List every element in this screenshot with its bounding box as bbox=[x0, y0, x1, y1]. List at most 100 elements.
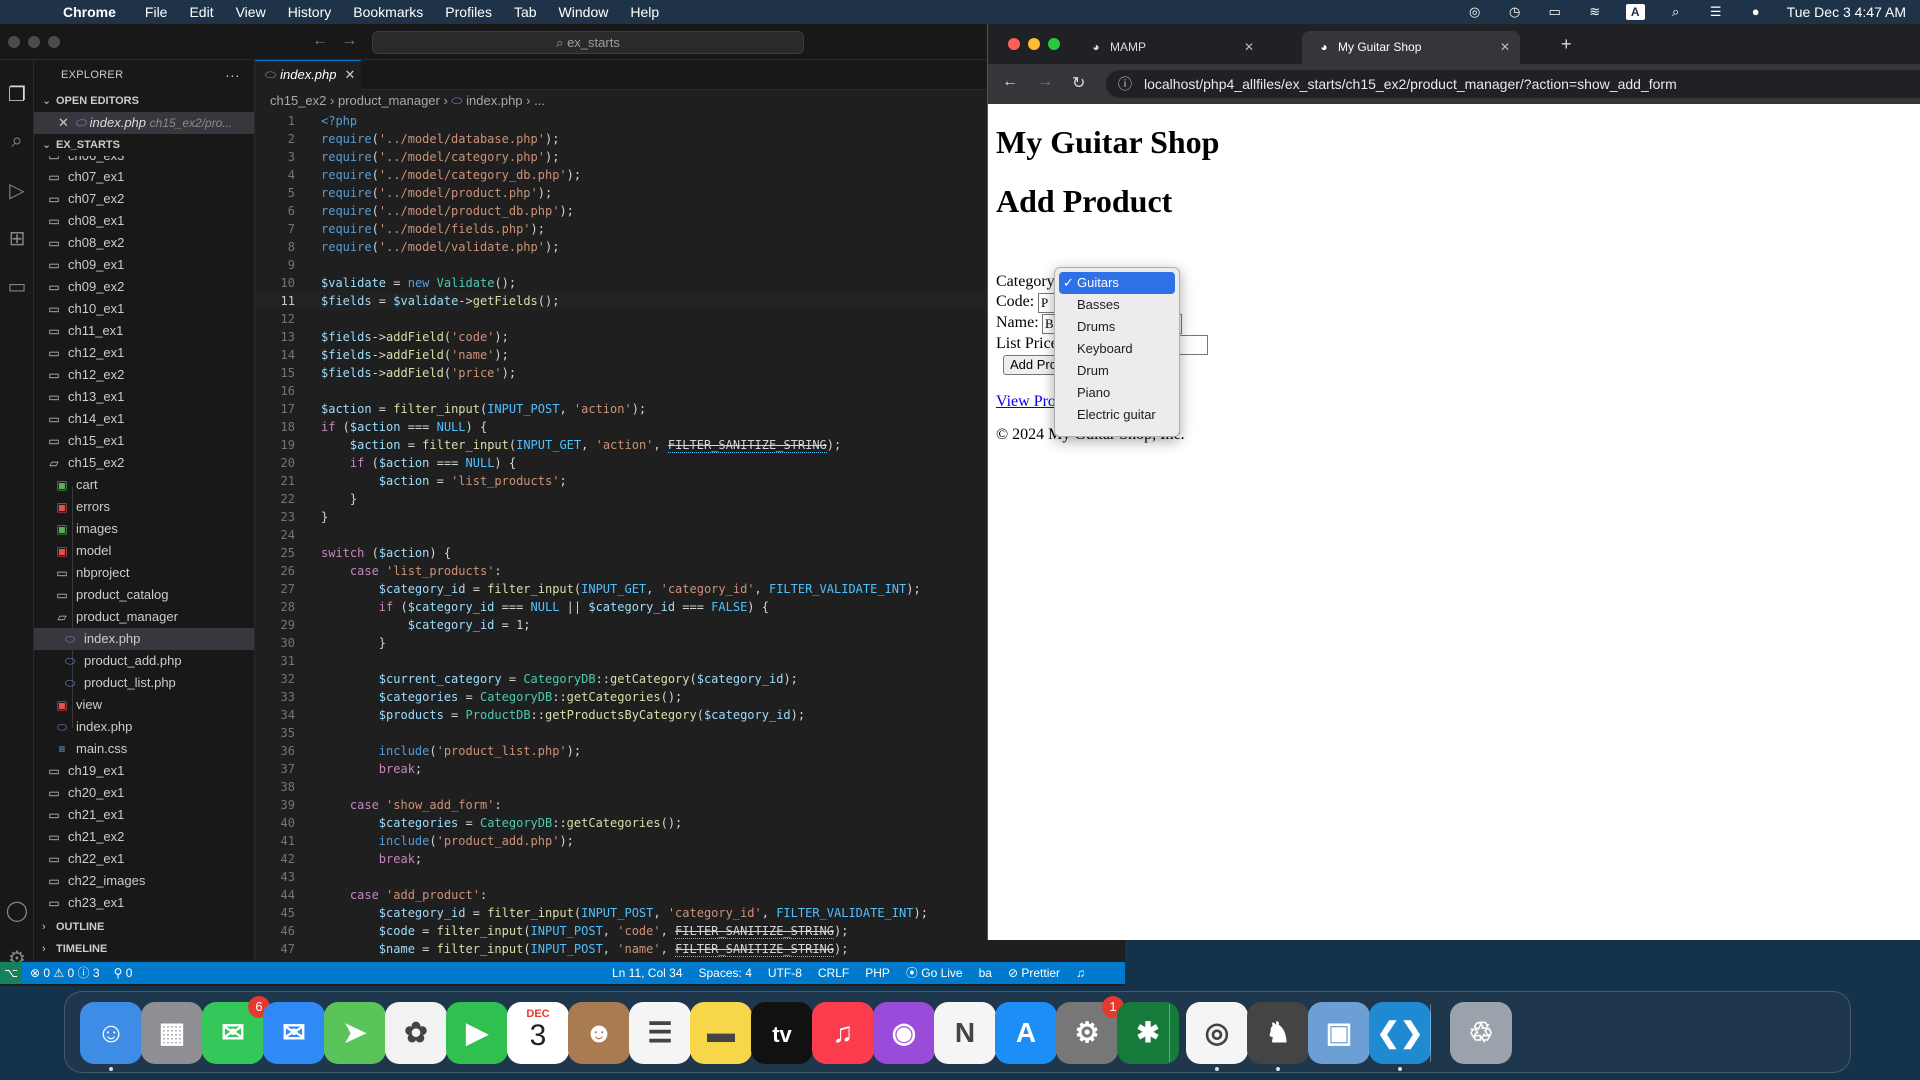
dropdown-option[interactable]: Electric guitar bbox=[1059, 404, 1175, 426]
line-endings[interactable]: CRLF bbox=[818, 962, 849, 984]
close-tab-icon[interactable]: ✕ bbox=[345, 67, 356, 82]
outline-section[interactable]: › OUTLINE bbox=[34, 916, 255, 938]
contacts-dock-icon[interactable]: ☻ bbox=[568, 1002, 630, 1064]
tree-item[interactable]: ⬭ product_add.php bbox=[34, 650, 254, 672]
command-center-search[interactable]: ⌕ ex_starts bbox=[372, 31, 804, 54]
breadcrumb-item[interactable]: product_manager bbox=[338, 93, 440, 108]
remote-indicator-icon[interactable]: ⌥ bbox=[0, 962, 22, 984]
reload-icon[interactable]: ↻ bbox=[1072, 73, 1085, 93]
notes-dock-icon[interactable]: ▬ bbox=[690, 1002, 752, 1064]
category-dropdown-menu[interactable]: ✓ Guitars Basses Drums Keyboard Drum Piano Elec… bbox=[1054, 267, 1180, 437]
forward-arrow-icon[interactable]: → bbox=[341, 32, 357, 49]
tree-item[interactable]: ⬭ product_list.php bbox=[34, 672, 254, 694]
facetime-dock-icon[interactable]: ▶ bbox=[446, 1002, 508, 1064]
tree-item[interactable]: ▣ errors bbox=[34, 496, 254, 518]
menu-window[interactable]: Window bbox=[548, 4, 620, 20]
reminders-dock-icon[interactable]: ☰ bbox=[629, 1002, 691, 1064]
tree-item[interactable]: ▭ ch23_ex1 bbox=[34, 892, 254, 914]
language-mode[interactable]: PHP bbox=[865, 962, 890, 984]
window-minimize-button[interactable] bbox=[1028, 38, 1040, 50]
forward-arrow-icon[interactable]: → bbox=[1037, 73, 1053, 91]
new-tab-plus-icon[interactable]: + bbox=[1561, 34, 1572, 55]
dropdown-option[interactable]: Keyboard bbox=[1059, 338, 1175, 360]
menu-profiles[interactable]: Profiles bbox=[434, 4, 503, 20]
ports-indicator[interactable]: ⚲ 0 bbox=[100, 962, 133, 984]
tree-item[interactable]: ▭ ch12_ex1 bbox=[34, 342, 254, 364]
open-editor-item[interactable]: ✕ ⬭ index.php ch15_ex2/pro... bbox=[34, 112, 254, 134]
menu-history[interactable]: History bbox=[277, 4, 343, 20]
tree-item[interactable]: ▭ ch22_ex1 bbox=[34, 848, 254, 870]
encoding[interactable]: UTF-8 bbox=[768, 962, 802, 984]
tree-item[interactable]: ▭ ch11_ex1 bbox=[34, 320, 254, 342]
tree-item[interactable]: ▭ ch07_ex1 bbox=[34, 166, 254, 188]
menu-edit[interactable]: Edit bbox=[178, 4, 224, 20]
tree-item[interactable]: ▭ ch14_ex1 bbox=[34, 408, 254, 430]
explorer-files-icon[interactable]: ❐ bbox=[0, 82, 34, 107]
menu-file[interactable]: File bbox=[134, 4, 179, 20]
notifications-bell-icon[interactable]: ♫ bbox=[1076, 962, 1085, 984]
tree-item[interactable]: ▭ ch13_ex1 bbox=[34, 386, 254, 408]
app-store-dock-icon[interactable]: A bbox=[995, 1002, 1057, 1064]
tree-item[interactable]: ▭ nbproject bbox=[34, 562, 254, 584]
tree-item[interactable]: ⬭ index.php bbox=[34, 716, 254, 738]
system-settings-dock-icon[interactable]: ⚙ 1 bbox=[1056, 996, 1124, 1064]
tree-item[interactable]: ▭ ch15_ex1 bbox=[34, 430, 254, 452]
menu-view[interactable]: View bbox=[225, 4, 277, 20]
site-info-icon[interactable]: ⓘ bbox=[1118, 70, 1132, 98]
menu-bookmarks[interactable]: Bookmarks bbox=[342, 4, 434, 20]
finder-dock-icon[interactable]: ☺ bbox=[80, 1002, 142, 1064]
tree-item[interactable]: ▭ ch22_images bbox=[34, 870, 254, 892]
tree-item[interactable]: ▭ ch20_ex1 bbox=[34, 782, 254, 804]
dropdown-option[interactable]: Piano bbox=[1059, 382, 1175, 404]
tree-item[interactable]: ▭ ch07_ex2 bbox=[34, 188, 254, 210]
cursor-position[interactable]: Ln 11, Col 34 bbox=[612, 962, 683, 984]
siri-icon[interactable]: ● bbox=[1747, 5, 1765, 19]
input-source-indicator[interactable]: A bbox=[1625, 4, 1645, 20]
ba-indicator[interactable]: ba bbox=[979, 962, 992, 984]
control-center-icon[interactable]: ☰ bbox=[1707, 5, 1725, 19]
window-zoom-button[interactable] bbox=[48, 36, 60, 48]
music-dock-icon[interactable]: ♫ bbox=[812, 1002, 874, 1064]
window-close-button[interactable] bbox=[1008, 38, 1020, 50]
preview-dock-icon[interactable]: ▣ bbox=[1308, 1002, 1370, 1064]
workspace-section[interactable]: ⌄ EX_STARTS bbox=[34, 134, 254, 156]
wifi-icon[interactable]: ≋ bbox=[1586, 5, 1604, 19]
tree-item[interactable]: ▭ch06_ex3 bbox=[34, 156, 254, 166]
accounts-icon[interactable]: ◯ bbox=[0, 898, 34, 923]
tree-item[interactable]: ▭ ch12_ex2 bbox=[34, 364, 254, 386]
tree-item[interactable]: ▭ ch19_ex1 bbox=[34, 760, 254, 782]
close-editor-icon[interactable]: ✕ bbox=[58, 115, 69, 130]
tree-item[interactable]: ▱ product_manager bbox=[34, 606, 254, 628]
dropdown-option[interactable]: ✓ Guitars bbox=[1059, 272, 1175, 294]
podcasts-dock-icon[interactable]: ◉ bbox=[873, 1002, 935, 1064]
dropdown-option[interactable]: Drum bbox=[1059, 360, 1175, 382]
launchpad-dock-icon[interactable]: ▦ bbox=[141, 1002, 203, 1064]
tab-index-php[interactable]: ⬭ index.php ✕ bbox=[255, 60, 361, 90]
tv-dock-icon[interactable]: tv bbox=[751, 1002, 813, 1064]
tree-item[interactable]: ⬭ index.php bbox=[34, 628, 254, 650]
spotlight-search-icon[interactable]: ⌕ bbox=[1667, 5, 1685, 19]
indentation[interactable]: Spaces: 4 bbox=[699, 962, 752, 984]
extensions-icon[interactable]: ⊞ bbox=[0, 226, 34, 251]
mail-dock-icon[interactable]: ✉ bbox=[263, 1002, 325, 1064]
back-arrow-icon[interactable]: ← bbox=[1002, 73, 1018, 91]
mamp-dock-icon[interactable]: ♞ bbox=[1247, 1002, 1309, 1064]
creative-cloud-icon[interactable]: ◎ bbox=[1466, 5, 1484, 19]
tree-item[interactable]: ▭ ch21_ex1 bbox=[34, 804, 254, 826]
menu-tab[interactable]: Tab bbox=[503, 4, 548, 20]
tree-item[interactable]: ≡ main.css bbox=[34, 738, 254, 760]
search-icon[interactable]: ⌕ bbox=[0, 130, 34, 153]
tree-item[interactable]: ▭ ch08_ex2 bbox=[34, 232, 254, 254]
tree-item[interactable]: ▭ ch09_ex2 bbox=[34, 276, 254, 298]
tree-item[interactable]: ▭ ch08_ex1 bbox=[34, 210, 254, 232]
tree-item[interactable]: ▣ model bbox=[34, 540, 254, 562]
timeline-section[interactable]: › TIMELINE bbox=[34, 938, 255, 960]
dropdown-option[interactable]: Drums bbox=[1059, 316, 1175, 338]
problems-indicator[interactable]: ⊗ 0 ⚠ 0 ⓘ 3 bbox=[22, 962, 100, 984]
breadcrumb-item[interactable]: index.php bbox=[466, 93, 522, 108]
vs-code-dock-icon[interactable]: ❮❯ bbox=[1369, 1002, 1431, 1064]
close-tab-icon[interactable]: ✕ bbox=[1244, 31, 1254, 64]
menubar-clock[interactable]: Tue Dec 3 4:47 AM bbox=[1787, 4, 1906, 20]
photos-dock-icon[interactable]: ✿ bbox=[385, 1002, 447, 1064]
run-debug-icon[interactable]: ▷ bbox=[0, 178, 34, 203]
